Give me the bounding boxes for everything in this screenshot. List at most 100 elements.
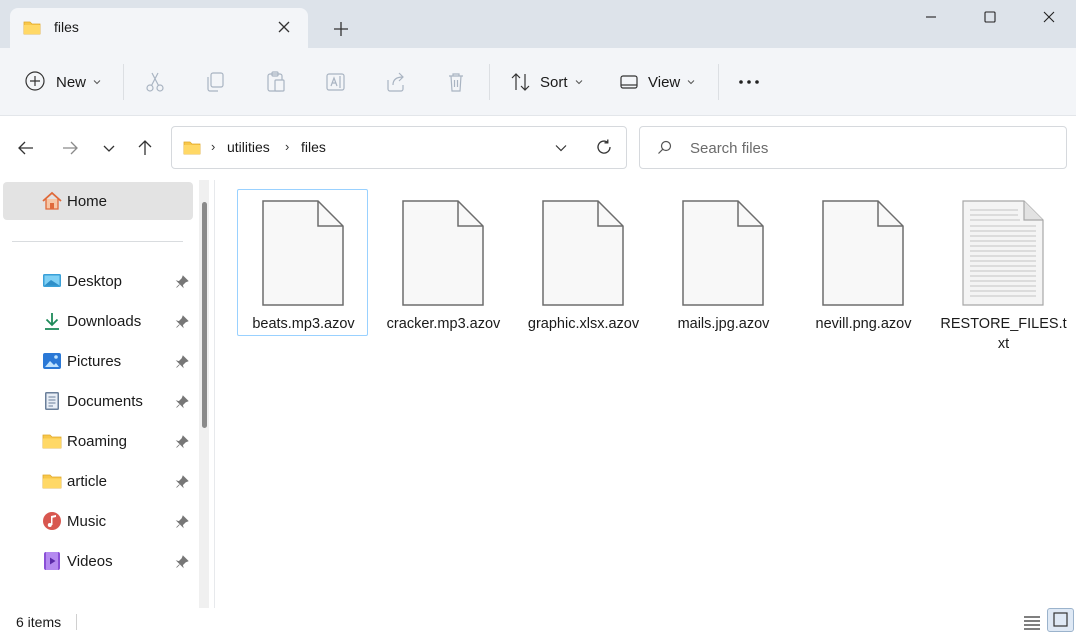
sort-icon xyxy=(511,73,530,91)
file-name: cracker.mp3.azov xyxy=(386,316,501,332)
status-divider xyxy=(76,614,77,630)
pin-icon[interactable] xyxy=(175,315,189,329)
close-icon xyxy=(1043,11,1055,23)
sidebar-item-label: Videos xyxy=(67,553,113,570)
view-icon xyxy=(620,75,638,89)
command-bar: New Sort View xyxy=(0,48,1076,116)
blank-file-icon xyxy=(542,200,624,306)
sidebar-item-label: Documents xyxy=(67,393,143,410)
home-icon xyxy=(42,191,62,210)
pin-icon[interactable] xyxy=(175,395,189,409)
paste-icon[interactable] xyxy=(264,70,288,94)
share-icon[interactable] xyxy=(384,70,408,94)
file-item[interactable]: RESTORE_FILES.txt xyxy=(937,189,1068,352)
videos-icon xyxy=(44,552,60,570)
new-tab-icon[interactable] xyxy=(331,19,351,39)
pin-icon[interactable] xyxy=(175,435,189,449)
file-name: beats.mp3.azov xyxy=(252,316,355,332)
breadcrumb-files[interactable]: files xyxy=(301,139,326,155)
rename-icon[interactable] xyxy=(324,70,348,94)
toolbar-divider xyxy=(718,64,719,100)
folder-icon xyxy=(42,434,62,449)
pin-icon[interactable] xyxy=(175,475,189,489)
close-button[interactable] xyxy=(1026,4,1072,30)
sort-button[interactable]: Sort xyxy=(509,70,583,94)
sort-label: Sort xyxy=(540,73,568,91)
delete-icon[interactable] xyxy=(444,70,468,94)
close-tab-icon[interactable] xyxy=(275,18,293,36)
view-button[interactable]: View xyxy=(618,70,695,94)
new-button[interactable]: New xyxy=(24,70,101,94)
back-icon[interactable] xyxy=(16,138,36,158)
search-input[interactable] xyxy=(690,137,1050,159)
file-item[interactable]: graphic.xlsx.azov xyxy=(517,189,648,336)
sidebar-scrollbar-thumb[interactable] xyxy=(202,202,207,428)
view-label: View xyxy=(648,73,681,91)
chevron-down-icon xyxy=(93,80,101,85)
blank-file-icon xyxy=(262,200,344,306)
up-icon[interactable] xyxy=(135,138,155,158)
sidebar-item-roaming[interactable]: Roaming xyxy=(0,423,200,459)
refresh-icon[interactable] xyxy=(595,138,613,156)
address-bar[interactable]: › utilities › files xyxy=(171,126,627,169)
blank-file-icon xyxy=(682,200,764,306)
tab-files[interactable]: files xyxy=(10,8,308,48)
pin-icon[interactable] xyxy=(175,555,189,569)
title-bar: files xyxy=(0,0,1076,48)
sidebar-item-desktop[interactable]: Desktop xyxy=(0,263,200,299)
search-box[interactable] xyxy=(639,126,1067,169)
file-item[interactable]: mails.jpg.azov xyxy=(657,189,788,336)
blank-file-icon xyxy=(822,200,904,306)
chevron-down-icon[interactable] xyxy=(554,141,568,155)
download-icon xyxy=(45,313,59,330)
pin-icon[interactable] xyxy=(175,275,189,289)
pin-icon[interactable] xyxy=(175,515,189,529)
file-item[interactable]: beats.mp3.azov xyxy=(237,189,368,336)
sidebar-item-pictures[interactable]: Pictures xyxy=(0,343,200,379)
folder-icon xyxy=(23,21,41,35)
sidebar-item-label: Roaming xyxy=(67,433,128,450)
tiles-view-icon xyxy=(1053,612,1068,627)
minimize-button[interactable] xyxy=(908,4,954,30)
copy-icon[interactable] xyxy=(204,70,228,94)
large-icons-view-button[interactable] xyxy=(1047,608,1074,632)
pin-icon[interactable] xyxy=(175,355,189,369)
minimize-icon xyxy=(926,16,936,18)
status-bar: 6 items xyxy=(0,608,1076,632)
chevron-down-icon xyxy=(687,80,695,85)
sidebar-item-videos[interactable]: Videos xyxy=(0,543,200,579)
sidebar-item-label: Pictures xyxy=(67,353,122,370)
pictures-icon xyxy=(43,353,61,369)
sidebar-item-label: article xyxy=(67,473,108,490)
toolbar-divider xyxy=(123,64,124,100)
breadcrumb-separator-icon: › xyxy=(285,139,290,154)
maximize-button[interactable] xyxy=(967,4,1013,30)
sidebar-item-label: Desktop xyxy=(67,273,123,290)
sidebar-item-music[interactable]: Music xyxy=(0,503,200,539)
desktop-icon xyxy=(43,274,61,287)
file-name: graphic.xlsx.azov xyxy=(527,316,640,332)
details-view-icon[interactable] xyxy=(1020,612,1044,632)
file-item[interactable]: cracker.mp3.azov xyxy=(377,189,508,336)
sidebar-divider xyxy=(12,241,183,242)
new-label: New xyxy=(56,73,87,91)
documents-icon xyxy=(45,392,59,410)
sidebar-item-documents[interactable]: Documents xyxy=(0,383,200,419)
sidebar-item-article[interactable]: article xyxy=(0,463,200,499)
sidebar-item-home[interactable]: Home xyxy=(3,182,193,220)
more-icon[interactable] xyxy=(737,70,761,94)
sidebar-item-downloads[interactable]: Downloads xyxy=(0,303,200,339)
navigation-bar: › utilities › files xyxy=(0,116,1076,180)
cut-icon[interactable] xyxy=(144,70,168,94)
maximize-icon xyxy=(984,11,996,23)
music-icon xyxy=(43,512,61,530)
breadcrumb-utilities[interactable]: utilities xyxy=(227,139,270,155)
file-item[interactable]: nevill.png.azov xyxy=(797,189,928,336)
toolbar-divider xyxy=(489,64,490,100)
folder-icon xyxy=(183,141,201,155)
text-file-icon xyxy=(962,200,1044,306)
file-name: nevill.png.azov xyxy=(815,316,912,332)
forward-icon[interactable] xyxy=(60,138,80,158)
item-count: 6 items xyxy=(16,614,62,630)
recent-locations-icon[interactable] xyxy=(99,138,119,158)
